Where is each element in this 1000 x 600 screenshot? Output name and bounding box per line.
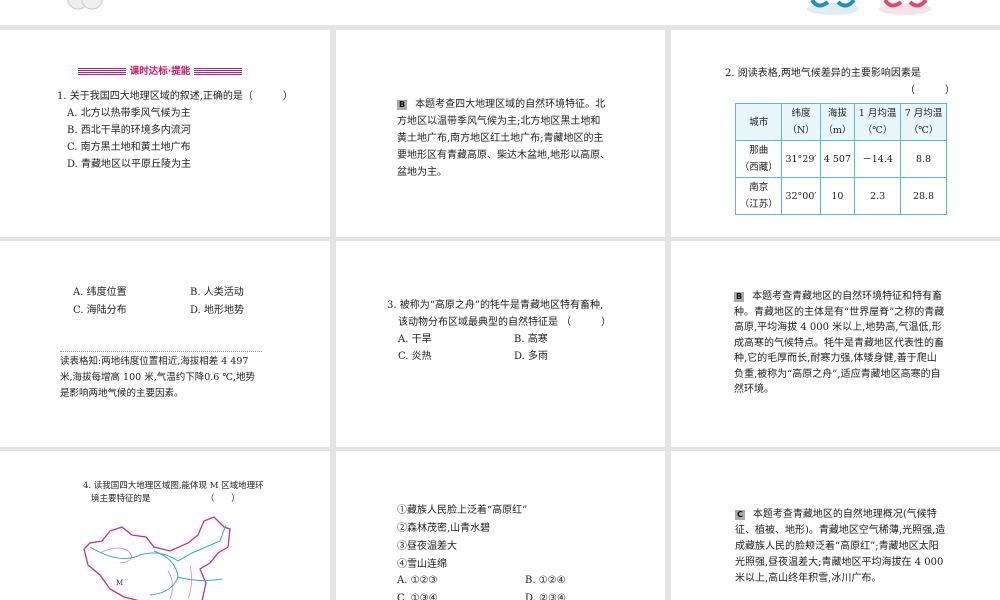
answer-line: 要地形区有青藏高原、柴达木盆地,地形以高原、 [397, 150, 611, 161]
q4-item: ③昼夜温差大 [397, 541, 457, 552]
q4-option-b: B. ①②④ [525, 575, 566, 586]
q4-item: ①藏族人民脸上泛着“高原红” [397, 505, 528, 516]
q2-option-a: A. 纬度位置 [73, 287, 127, 298]
answer-line: 然环境。 [734, 384, 774, 395]
climate-table: 城市 纬度 （N） 海拔 （m） 1 月均温 （℃） 7 月均温 （℃） 那曲 （西藏） … [734, 103, 947, 215]
answer-line: 黄土地广布,南方地区红土地广布;青藏地区的主 [397, 133, 604, 144]
answer-line: 成藏族人民的脸颊泛着“高原红”;青藏地区太阳 [735, 541, 939, 552]
header-jan: 1 月均温 （℃） [854, 103, 902, 141]
answer-line: B 本题考查四大地理区域的自然环境特征。北 [397, 99, 606, 110]
explain-line: 读表格知:两地纬度位置相近,海拔相差 4 497 [60, 356, 249, 367]
slide-q1[interactable]: 课时达标·提能 1. 关于我国四大地理区域的叙述,正确的是（ ） A. 北方以热… [0, 30, 330, 237]
answer-line: 负重,被称为“高原之舟”,适应青藏地区高寒的自 [734, 368, 941, 380]
slide-q4-items[interactable]: ①藏族人民脸上泛着“高原红” ②森林茂密,山青水碧 ③昼夜温差大 ④雪山连绵 A… [336, 451, 665, 600]
q3-option-b: B. 高寒 [514, 334, 548, 345]
q3-stem: 该动物分布区域最典型的自然特征是 （ ） [398, 317, 612, 328]
answer-line: 征、植被、地形)。青藏地区空气稀薄,光照强,造 [735, 525, 946, 536]
slide-q4[interactable]: 4. 读我国四大地理区域图,能体现 M 区域地理环 境主要特征的是 （ ） M [0, 451, 330, 600]
answer-line: 种。青藏地区的主体是有“世界屋脊”之称的青藏 [734, 306, 945, 318]
answer-badge: B [734, 292, 745, 302]
table-row: 那曲 （西藏） 31°29′ 4 507 －14.4 8.8 [734, 140, 947, 178]
q1-option-d: D. 青藏地区以平原丘陵为主 [67, 159, 192, 170]
q3-stem: 3. 被称为“高原之舟”的牦牛是青藏地区特有畜种, [387, 300, 604, 311]
q2-paren: （ ） [905, 85, 955, 96]
q4-option-a: A. ①②③ [397, 575, 438, 586]
q4-stem: 4. 读我国四大地理区域图,能体现 M 区域地理环 [83, 481, 264, 491]
answer-line: 种,它的毛厚而长,耐寒力强,体矮身健,善于爬山 [734, 353, 937, 364]
answer-line: 米以上,高山终年积雪,冰川广布。 [735, 573, 882, 584]
slide-q3-answer[interactable]: B 本题考查青藏地区的自然环境特征和特有畜 种。青藏地区的主体是有“世界屋脊”之称… [671, 241, 1000, 447]
slide-q3[interactable]: 3. 被称为“高原之舟”的牦牛是青藏地区特有畜种, 该动物分布区域最典型的自然特… [336, 241, 665, 447]
divider [60, 351, 262, 352]
slide-q2[interactable]: 2. 阅读表格,两地气候差异的主要影响因素是 （ ） 城市 纬度 （N） 海拔 （m… [671, 30, 1000, 237]
header-alt: 海拔 （m） [819, 103, 856, 141]
q3-option-d: D. 多雨 [514, 351, 549, 362]
slide-q2-options[interactable]: A. 纬度位置 B. 人类活动 C. 海陆分布 D. 地形地势 读表格知:两地纬… [0, 241, 330, 447]
q2-option-c: C. 海陆分布 [73, 305, 127, 316]
answer-line: C 本题考查青藏地区的自然地理概况(气候特 [735, 509, 937, 520]
q2-stem: 2. 阅读表格,两地气候差异的主要影响因素是 [725, 68, 921, 79]
explain-line: 是影响两地气候的主要因素。 [60, 388, 184, 399]
q4-option-d: D. ②③④ [525, 593, 566, 600]
q2-option-b: B. 人类活动 [190, 287, 244, 298]
q1-stem: 1. 关于我国四大地理区域的叙述,正确的是（ ） [57, 91, 293, 102]
q1-option-a: A. 北方以热带季风气候为主 [67, 108, 191, 119]
top-banner [0, 0, 1000, 25]
q1-option-b: B. 西北干旱的环境多内流河 [67, 125, 191, 136]
q3-option-c: C. 炎热 [398, 351, 432, 362]
header-jul: 7 月均温 （℃） [900, 103, 947, 141]
map-label-m: M [116, 579, 123, 587]
q2-option-d: D. 地形地势 [190, 305, 245, 316]
slide-q4-answer[interactable]: C 本题考查青藏地区的自然地理概况(气候特 征、植被、地形)。青藏地区空气稀薄,光… [671, 451, 1000, 600]
section-title: 课时达标·提能 [70, 63, 250, 77]
decoration-icon [67, 0, 931, 15]
answer-line: 盆地为主。 [397, 167, 447, 178]
answer-badge: B [397, 100, 408, 110]
q1-option-c: C. 南方黑土地和黄土地广布 [67, 142, 191, 153]
header-city: 城市 [734, 103, 783, 141]
header-lat: 纬度 （N） [781, 103, 821, 141]
answer-line: 高原,平均海拔 4 000 米以上,地势高,气温低,形 [734, 322, 942, 333]
q4-option-c: C. ①③④ [397, 593, 438, 600]
answer-badge: C [735, 510, 745, 520]
q3-option-a: A. 干旱 [398, 334, 432, 345]
slide-q1-answer[interactable]: B 本题考查四大地理区域的自然环境特征。北 方地区以温带季风气候为主;北方地区黑土… [336, 30, 665, 237]
q4-stem: 境主要特征的是 （ ） [91, 494, 240, 504]
answer-line: 方地区以温带季风气候为主;北方地区黑土地和 [397, 116, 601, 127]
explain-line: 米,海拔每增高 100 米,气温约下降0.6 ℃,地势 [60, 372, 255, 383]
china-regions-map: M [83, 516, 231, 600]
answer-line: 光照强,昼夜温差大;青藏地区平均海拔在 4 000 [735, 557, 944, 568]
answer-line: 成高寒的气候特点。牦牛是青藏地区代表性的畜 [734, 337, 944, 349]
answer-line: B 本题考查青藏地区的自然环境特征和特有畜 [734, 291, 943, 302]
q4-item: ②森林茂密,山青水碧 [397, 523, 491, 534]
table-row: 南京 （江苏） 32°00′ 10 2.3 28.8 [734, 177, 947, 215]
